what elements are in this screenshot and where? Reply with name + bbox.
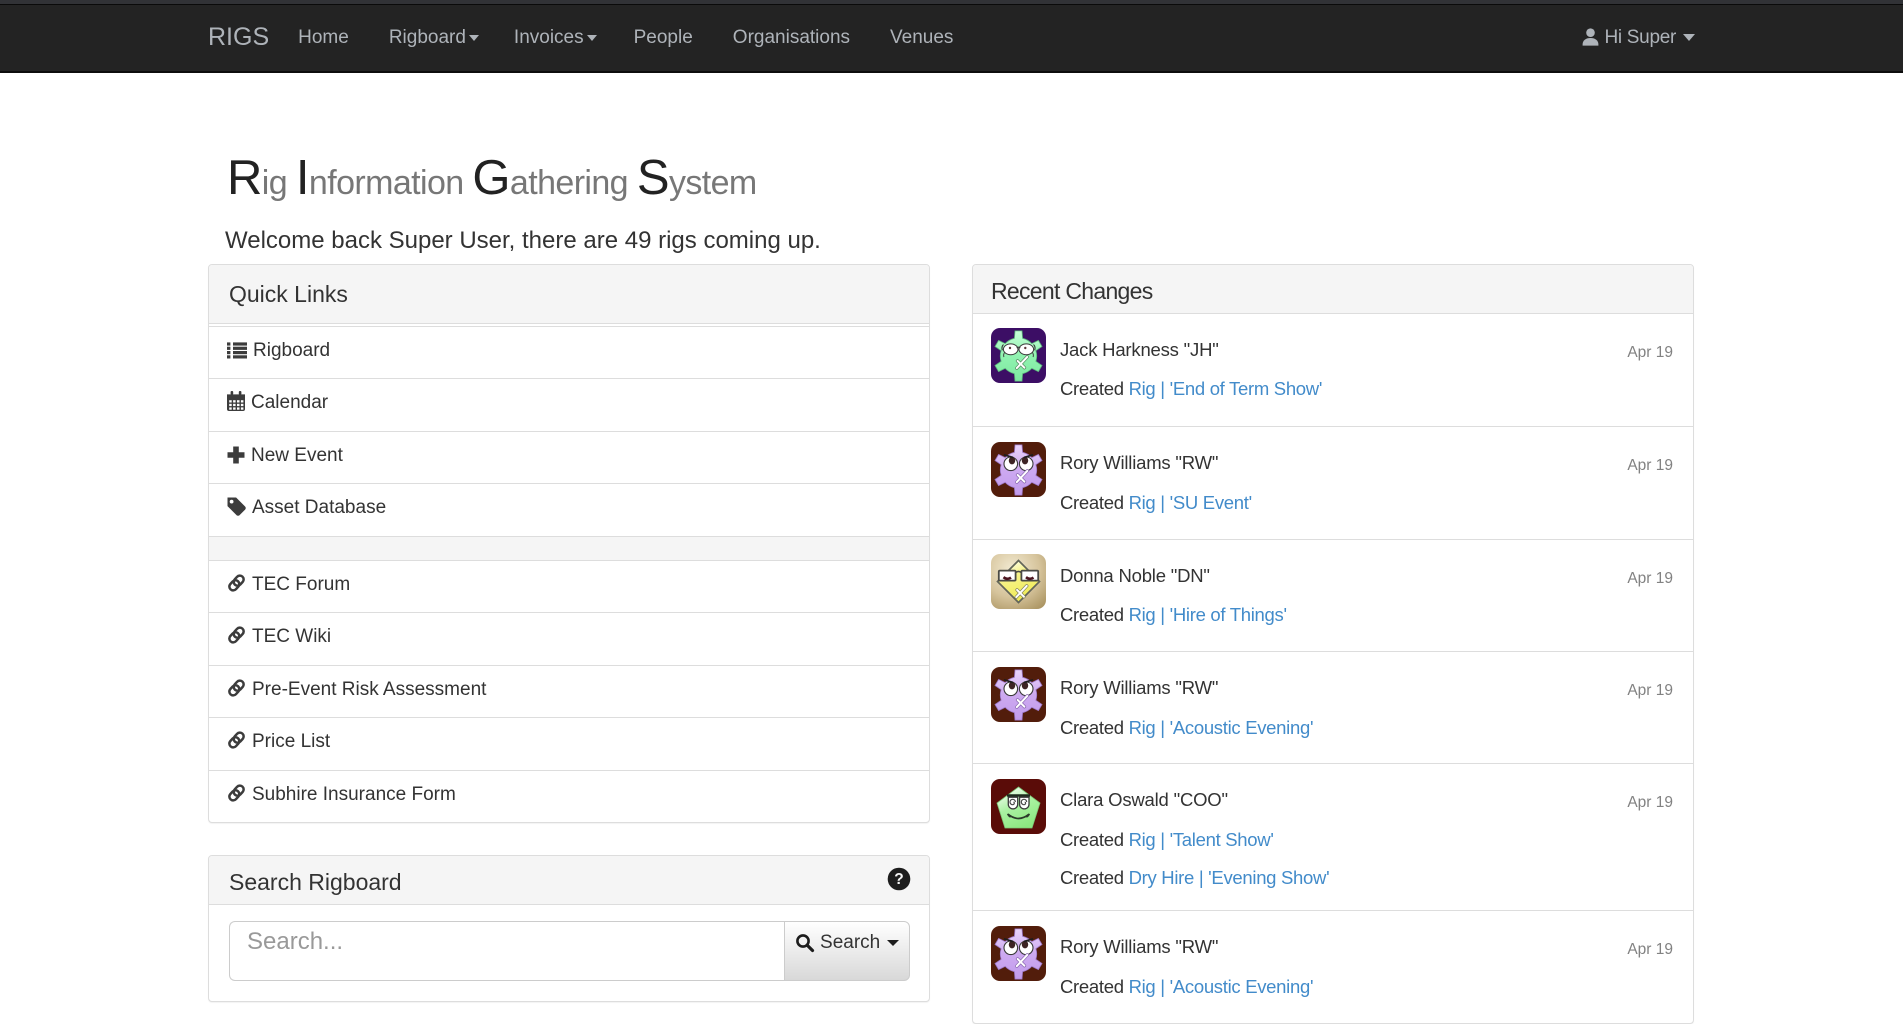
svg-text:?: ? [894,872,903,889]
